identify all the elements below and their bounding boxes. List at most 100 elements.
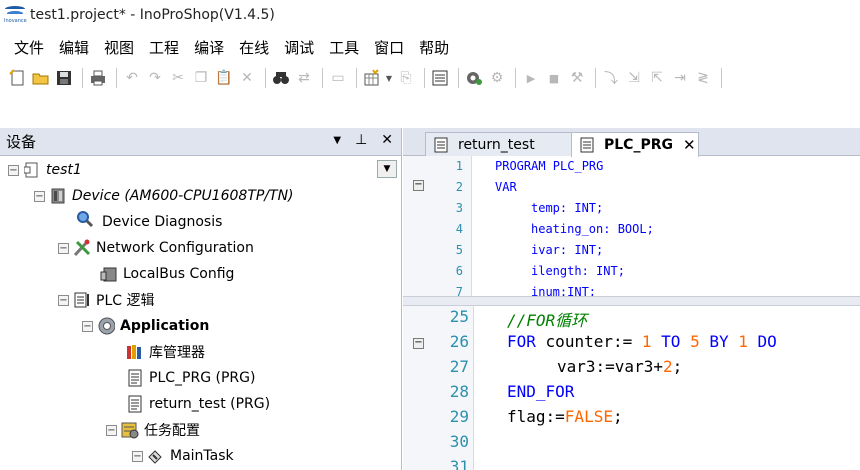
collapse-icon[interactable]: − [106, 424, 117, 436]
collapse-icon[interactable]: − [82, 320, 93, 332]
collapse-icon[interactable]: − [34, 190, 45, 202]
add-object-icon[interactable] [362, 68, 382, 88]
pin-icon[interactable]: ⊥ [355, 132, 367, 148]
tree-label: PLC 逻辑 [96, 293, 155, 309]
menu-window[interactable]: 窗口 [367, 37, 411, 58]
tab-plc-prg[interactable]: PLC_PRG ✕ [571, 132, 699, 157]
code-line: VAR [495, 180, 517, 194]
task-config-icon [121, 421, 139, 439]
fold-collapse-icon[interactable]: − [413, 180, 424, 191]
dropdown-icon[interactable]: ▼ [385, 68, 393, 88]
toolbar-separator [322, 68, 323, 88]
open-icon[interactable] [31, 68, 51, 88]
build-icon[interactable] [430, 68, 450, 88]
save-icon[interactable] [54, 68, 74, 88]
tree-item-task-config[interactable]: − 任务配置 [106, 418, 200, 442]
tree-item-application[interactable]: − Application [82, 314, 209, 338]
toolbar-separator [458, 68, 459, 88]
tree-item-network-config[interactable]: − Network Configuration [58, 236, 254, 260]
toolbar-separator [595, 68, 596, 88]
device-icon [49, 187, 67, 205]
tree-label: Device Diagnosis [102, 214, 223, 230]
collapse-icon[interactable]: − [8, 164, 19, 176]
cut-icon[interactable]: ✂ [168, 68, 188, 88]
menu-edit[interactable]: 编辑 [52, 37, 96, 58]
arrow-icon[interactable]: ≷ [693, 68, 713, 88]
devices-panel-header: 设备 ▼ ⊥ ✕ [0, 128, 401, 156]
close-tab-icon[interactable]: ✕ [683, 136, 696, 154]
tree-item-library-manager[interactable]: 库管理器 [126, 340, 205, 364]
collapse-icon[interactable]: − [132, 450, 143, 462]
step-out-icon[interactable]: ⇱ [647, 68, 667, 88]
toolbar: ↶ ↷ ✂ ❐ 📋 ✕ ⇄ ▭ ▼ ⎘ ⚙ ▶ ■ ⚒ ⤵ ⇲ ⇱ ⇥ ≷ [0, 64, 860, 92]
line-number: 25 [449, 307, 469, 326]
panel-dropdown-icon[interactable]: ▼ [333, 135, 341, 148]
code-line: ilength: INT; [531, 264, 625, 278]
declaration-editor[interactable]: − 1 2 3 4 5 6 7 PROGRAM PLC_PRG VAR temp… [403, 156, 860, 296]
line-number: 6 [455, 264, 463, 278]
line-number: 3 [455, 201, 463, 215]
menu-build[interactable]: 编译 [187, 37, 231, 58]
menu-tools[interactable]: 工具 [322, 37, 366, 58]
delete-icon[interactable]: ✕ [237, 68, 257, 88]
line-number: 1 [455, 159, 463, 173]
line-number: 28 [449, 382, 469, 401]
logout-icon[interactable]: ⚙ [487, 68, 507, 88]
tree-item-localbus-config[interactable]: LocalBus Config [100, 262, 234, 286]
login-icon[interactable] [464, 68, 484, 88]
menu-debug[interactable]: 调试 [277, 37, 321, 58]
menu-online[interactable]: 在线 [232, 37, 276, 58]
collapse-icon[interactable]: − [58, 294, 69, 306]
toolbar-spacer [0, 92, 860, 128]
network-config-icon [73, 239, 91, 257]
copy-icon[interactable]: ❐ [191, 68, 211, 88]
export-icon[interactable]: ⎘ [396, 68, 416, 88]
reset-icon[interactable]: ⚒ [567, 68, 587, 88]
stop-icon[interactable]: ■ [544, 68, 564, 88]
code-comment: //FOR循环 [507, 311, 588, 330]
menu-view[interactable]: 视图 [97, 37, 141, 58]
new-project-icon[interactable] [8, 68, 28, 88]
tree-item-device-diagnosis-label[interactable]: Device Diagnosis [102, 210, 222, 234]
menu-bar: 文件 编辑 视图 工程 编译 在线 调试 工具 窗口 帮助 [0, 34, 860, 60]
editor-splitter[interactable] [403, 296, 860, 306]
tree-item-return-test[interactable]: return_test (PRG) [126, 392, 270, 416]
toolbar-separator [356, 68, 357, 88]
program-icon [126, 369, 144, 387]
close-icon[interactable]: ✕ [381, 132, 393, 148]
line-number: 31 [449, 457, 469, 470]
code-line: PROGRAM PLC_PRG [495, 159, 604, 173]
tree-item-device[interactable]: − Device (AM600-CPU1608TP/TN) [34, 184, 294, 208]
redo-icon[interactable]: ↷ [145, 68, 165, 88]
tree-item-main-task[interactable]: − MainTask [132, 444, 234, 468]
step-over-icon[interactable]: ⤵ [601, 68, 621, 88]
tab-return-test[interactable]: return_test [425, 132, 573, 156]
code-line: temp: INT; [531, 201, 604, 215]
paste-icon[interactable]: 📋 [214, 68, 234, 88]
breakpoint-icon[interactable]: ⇥ [670, 68, 690, 88]
replace-icon[interactable]: ⇄ [294, 68, 314, 88]
tree-item-project[interactable]: − test1 [8, 158, 82, 182]
bookmark-icon[interactable]: ▭ [328, 68, 348, 88]
tree-label: MainTask [170, 448, 234, 464]
tree-label: LocalBus Config [123, 266, 235, 282]
fold-collapse-icon[interactable]: − [413, 338, 424, 349]
task-icon [147, 447, 165, 465]
menu-project[interactable]: 工程 [142, 37, 186, 58]
gutter-divider [473, 306, 474, 470]
line-number: 30 [449, 432, 469, 451]
find-icon[interactable] [271, 68, 291, 88]
run-icon[interactable]: ▶ [521, 68, 541, 88]
tree-item-plc-logic[interactable]: − PLC 逻辑 [58, 288, 154, 312]
step-into-icon[interactable]: ⇲ [624, 68, 644, 88]
tree-dropdown-button[interactable]: ▼ [377, 160, 397, 178]
line-number: 26 [449, 332, 469, 351]
menu-file[interactable]: 文件 [7, 37, 51, 58]
undo-icon[interactable]: ↶ [122, 68, 142, 88]
menu-help[interactable]: 帮助 [412, 37, 456, 58]
project-icon [23, 161, 41, 179]
print-icon[interactable] [88, 68, 108, 88]
collapse-icon[interactable]: − [58, 242, 69, 254]
implementation-editor[interactable]: − 25 26 27 28 29 30 31 //FOR循环 FOR count… [403, 306, 860, 470]
tree-item-plc-prg[interactable]: PLC_PRG (PRG) [126, 366, 255, 390]
